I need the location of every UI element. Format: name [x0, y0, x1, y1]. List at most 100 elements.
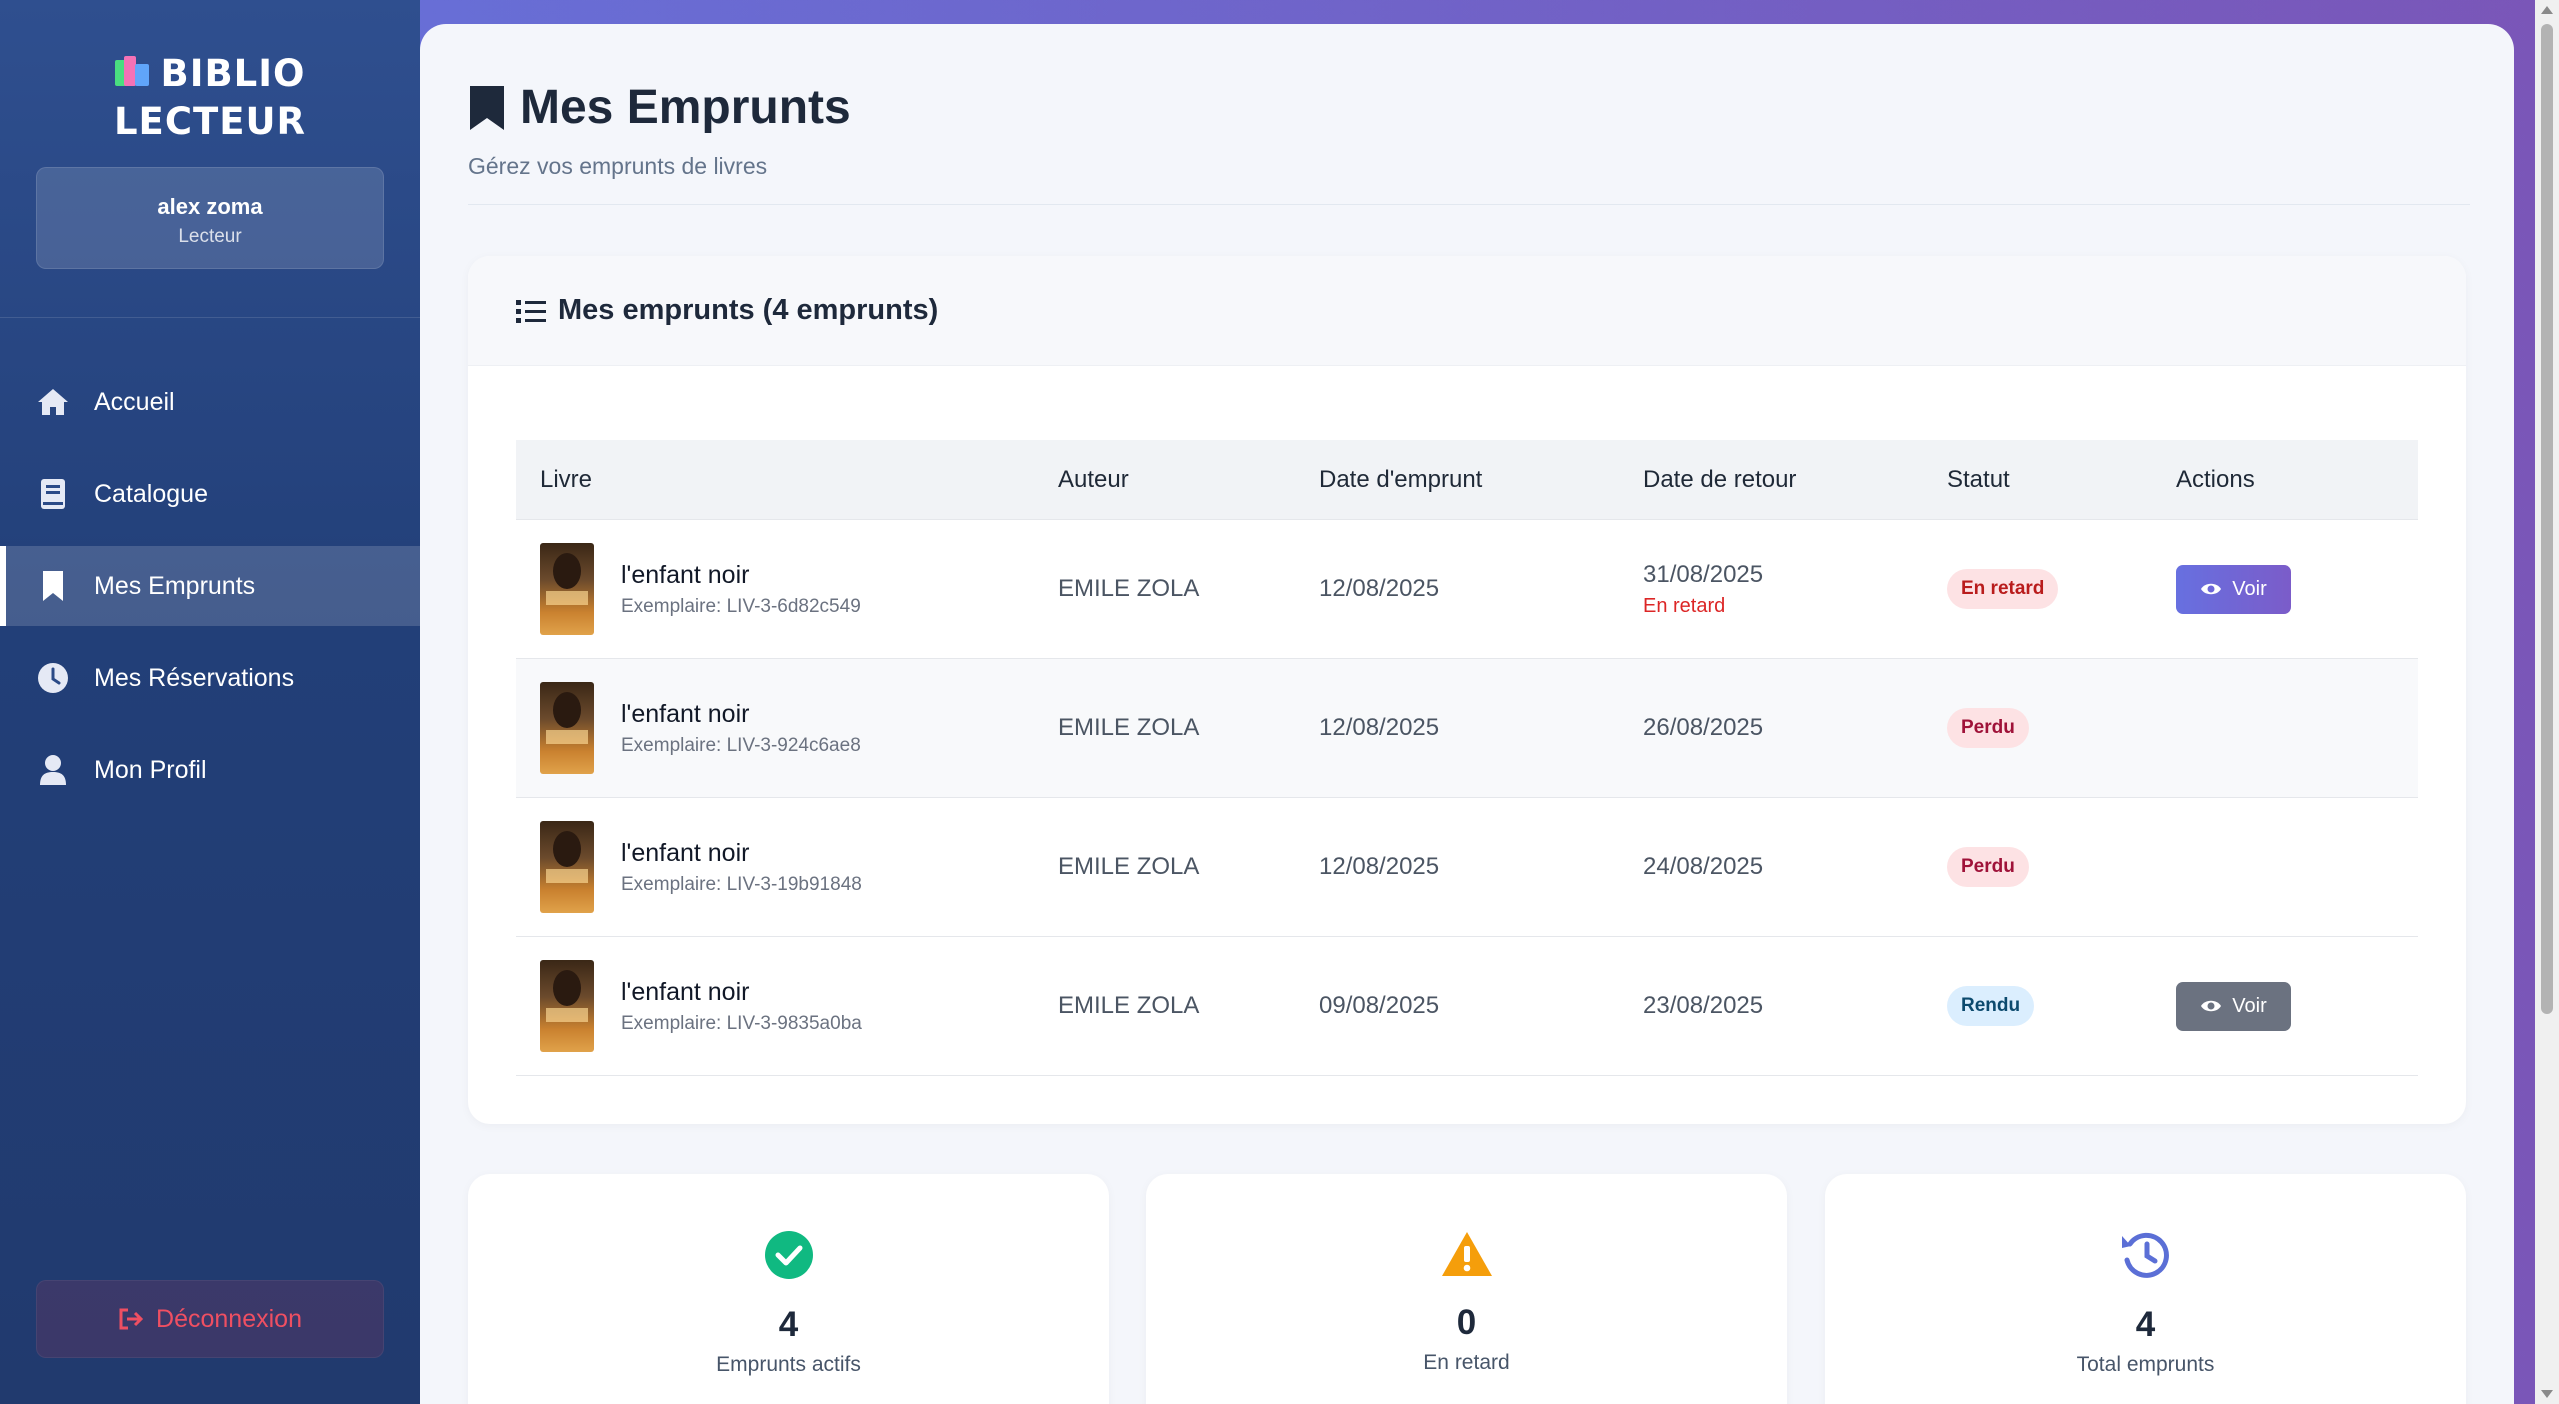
table-row: l'enfant noir Exemplaire: LIV-3-9835a0ba… — [516, 937, 2418, 1076]
author-cell: EMILE ZOLA — [1058, 853, 1200, 880]
sidebar-item-accueil[interactable]: Accueil — [0, 362, 420, 442]
col-actions: Actions — [2176, 465, 2255, 493]
book-cover — [540, 821, 594, 913]
sidebar-item-catalogue[interactable]: Catalogue — [0, 454, 420, 534]
loans-card-title: Mes emprunts (4 emprunts) — [558, 294, 939, 326]
user-role: Lecteur — [178, 226, 242, 247]
brand-line2: LECTEUR — [113, 100, 307, 143]
loans-card: Mes emprunts (4 emprunts) Livre Auteur D… — [468, 256, 2466, 1124]
book-cell: l'enfant noir Exemplaire: LIV-3-924c6ae8 — [516, 682, 1058, 774]
author-cell: EMILE ZOLA — [1058, 575, 1200, 602]
user-card: alex zoma Lecteur — [36, 167, 384, 269]
clock-icon — [36, 661, 70, 695]
book-icon — [36, 477, 70, 511]
status-cell: Perdu — [1947, 708, 2176, 748]
book-title: l'enfant noir — [621, 560, 750, 589]
status-cell: En retard — [1947, 569, 2176, 609]
stat-label: Emprunts actifs — [716, 1353, 861, 1376]
sidebar-item-label: Mes Réservations — [94, 663, 295, 692]
book-cell: l'enfant noir Exemplaire: LIV-3-9835a0ba — [516, 960, 1058, 1052]
page-scrollbar[interactable] — [2535, 0, 2559, 1404]
table-row: l'enfant noir Exemplaire: LIV-3-19b91848… — [516, 798, 2418, 937]
eye-icon — [2201, 1000, 2222, 1012]
return-date-cell: 26/08/2025 — [1643, 714, 1764, 741]
stat-label: Total emprunts — [2076, 1353, 2215, 1376]
book-title: l'enfant noir — [621, 977, 750, 1006]
sidebar-item-mon-profil[interactable]: Mon Profil — [0, 730, 420, 810]
loans-table: Livre Auteur Date d'emprunt Date de reto… — [516, 440, 2418, 1076]
stat-label: En retard — [1423, 1351, 1510, 1374]
sidebar: BIBLIO LECTEUR alex zoma Lecteur Accueil… — [0, 0, 420, 1404]
borrow-date-cell: 12/08/2025 — [1319, 714, 1440, 741]
sidebar-item-mes-emprunts[interactable]: Mes Emprunts — [0, 546, 420, 626]
logout-button[interactable]: Déconnexion — [36, 1280, 384, 1358]
return-date-cell: 23/08/2025 — [1643, 992, 1764, 1019]
stat-value: 4 — [778, 1305, 799, 1344]
stat-total: 4 Total emprunts — [1825, 1174, 2466, 1404]
warning-icon — [1441, 1232, 1492, 1276]
eye-icon — [2201, 583, 2222, 595]
book-title: l'enfant noir — [621, 699, 750, 728]
brand-logo[interactable]: BIBLIO LECTEUR — [0, 50, 420, 146]
book-cell: l'enfant noir Exemplaire: LIV-3-19b91848 — [516, 821, 1058, 913]
view-button[interactable]: Voir — [2176, 981, 2291, 1031]
return-date: 31/08/2025 — [1643, 560, 1764, 588]
books-icon — [114, 56, 151, 88]
sidebar-item-mes-reservations[interactable]: Mes Réservations — [0, 638, 420, 718]
borrow-date-cell: 12/08/2025 — [1319, 575, 1440, 602]
col-date-retour: Date de retour — [1643, 465, 1797, 493]
stat-late: 0 En retard — [1146, 1174, 1787, 1404]
sidebar-item-label: Accueil — [94, 387, 175, 416]
main-content: Mes Emprunts Gérez vos emprunts de livre… — [420, 24, 2514, 1404]
status-cell: Rendu — [1947, 986, 2176, 1026]
check-circle-icon — [764, 1231, 813, 1279]
actions-cell: Voir — [2176, 564, 2418, 614]
view-button-label: Voir — [2232, 577, 2267, 600]
col-statut: Statut — [1947, 465, 2010, 493]
sidebar-item-label: Catalogue — [94, 479, 208, 508]
book-cover — [540, 543, 594, 635]
book-exemplaire: Exemplaire: LIV-3-19b91848 — [621, 873, 862, 895]
stats-row: 4 Emprunts actifs 0 En retard 4 Total em… — [468, 1174, 2466, 1404]
view-button[interactable]: Voir — [2176, 564, 2291, 614]
actions-cell: Voir — [2176, 981, 2418, 1031]
return-date-cell: 24/08/2025 — [1643, 853, 1764, 880]
scroll-up-arrow[interactable] — [2541, 6, 2553, 14]
status-badge: Perdu — [1947, 708, 2029, 748]
author-cell: EMILE ZOLA — [1058, 714, 1200, 741]
book-exemplaire: Exemplaire: LIV-3-9835a0ba — [621, 1012, 862, 1034]
col-date-emprunt: Date d'emprunt — [1319, 465, 1483, 493]
table-row: l'enfant noir Exemplaire: LIV-3-6d82c549… — [516, 520, 2418, 659]
logout-icon — [119, 1308, 144, 1330]
book-exemplaire: Exemplaire: LIV-3-924c6ae8 — [621, 734, 861, 756]
loans-card-header: Mes emprunts (4 emprunts) — [468, 256, 2466, 366]
user-icon — [36, 753, 70, 787]
borrow-date-cell: 12/08/2025 — [1319, 853, 1440, 880]
sidebar-divider — [0, 317, 420, 318]
page-title: Mes Emprunts — [468, 80, 851, 135]
view-button-label: Voir — [2232, 994, 2267, 1017]
col-livre: Livre — [540, 465, 593, 493]
status-badge: En retard — [1947, 569, 2059, 609]
return-date-cell: 31/08/2025 En retard — [1643, 561, 1947, 618]
status-badge: Rendu — [1947, 986, 2035, 1026]
status-cell: Perdu — [1947, 847, 2176, 887]
brand-line1: BIBLIO — [160, 52, 306, 95]
scroll-down-arrow[interactable] — [2541, 1390, 2553, 1398]
table-header: Livre Auteur Date d'emprunt Date de reto… — [516, 440, 2418, 520]
scroll-thumb[interactable] — [2541, 24, 2553, 1014]
sidebar-item-label: Mes Emprunts — [94, 571, 256, 600]
history-icon — [2121, 1232, 2169, 1278]
stat-value: 4 — [2135, 1305, 2156, 1344]
book-cover — [540, 682, 594, 774]
page-header: Mes Emprunts Gérez vos emprunts de livre… — [468, 80, 851, 180]
stat-value: 0 — [1456, 1303, 1477, 1342]
book-cell: l'enfant noir Exemplaire: LIV-3-6d82c549 — [516, 543, 1058, 635]
table-row: l'enfant noir Exemplaire: LIV-3-924c6ae8… — [516, 659, 2418, 798]
borrow-date-cell: 09/08/2025 — [1319, 992, 1440, 1019]
page-title-text: Mes Emprunts — [520, 81, 851, 134]
status-badge: Perdu — [1947, 847, 2029, 887]
sidebar-item-label: Mon Profil — [94, 755, 207, 784]
return-late-note: En retard — [1643, 594, 1726, 617]
page-subtitle: Gérez vos emprunts de livres — [468, 153, 768, 179]
